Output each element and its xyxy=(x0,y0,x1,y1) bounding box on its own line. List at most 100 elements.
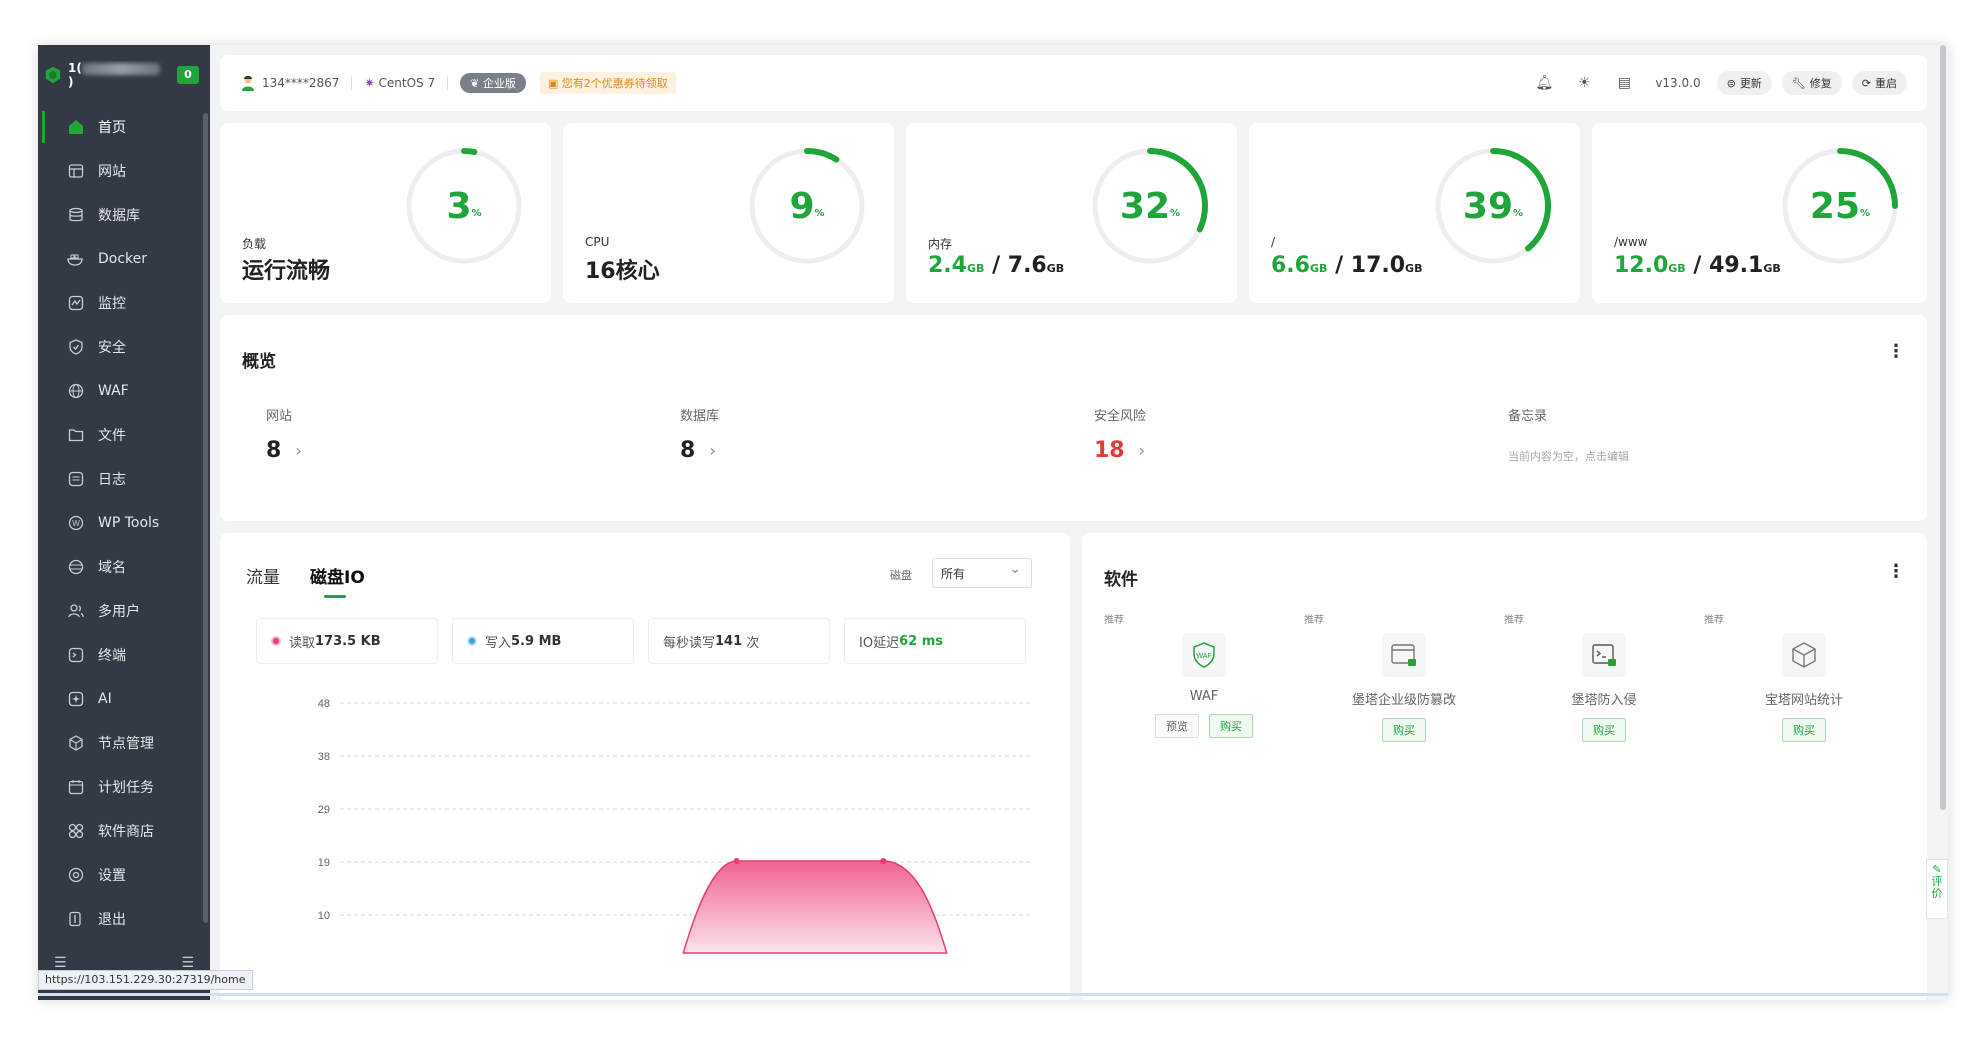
disk-root-label: / xyxy=(1271,235,1276,249)
sidebar-scrollbar[interactable] xyxy=(203,113,208,923)
disk-root-card[interactable]: 39% / 6.6GB / 17.0GB xyxy=(1249,123,1580,303)
software-intrusion-prevention[interactable]: 推荐 堡塔防入侵 购买 xyxy=(1504,615,1704,742)
sidebar-item-logout[interactable]: 退出 xyxy=(38,897,210,941)
sidebar-item-nodes[interactable]: 节点管理 xyxy=(38,721,210,765)
read-stat: 读取 173.5 KB xyxy=(256,618,438,664)
version-label[interactable]: v13.0.0 xyxy=(1655,76,1700,90)
folder-icon xyxy=(66,425,86,445)
svg-text:WAF: WAF xyxy=(1196,653,1211,660)
sidebar-item-users[interactable]: 多用户 xyxy=(38,589,210,633)
user-avatar-icon xyxy=(242,76,254,91)
log-icon xyxy=(66,469,86,489)
load-card[interactable]: 3% 负载 运行流畅 xyxy=(220,123,551,303)
top-bar: 134****2867 ✷ CentOS 7 ❦ 企业版 ▣ 您有2个优惠券待领… xyxy=(220,55,1927,111)
monitor-icon xyxy=(66,293,86,313)
edition-badge[interactable]: ❦ 企业版 xyxy=(460,73,526,93)
restart-button[interactable]: ⟳ 重启 xyxy=(1851,71,1907,95)
sidebar-item-cron[interactable]: 计划任务 xyxy=(38,765,210,809)
write-stat: 写入 5.9 MB xyxy=(452,618,634,664)
buy-button[interactable]: 购买 xyxy=(1582,718,1626,742)
sidebar-item-ai[interactable]: AI xyxy=(38,677,210,721)
chevron-right-icon: › xyxy=(1138,441,1146,460)
disk-root-usage: 6.6GB / 17.0GB xyxy=(1271,253,1423,278)
software-waf[interactable]: 推荐 WAF WAF 预览 购买 xyxy=(1104,615,1304,738)
page-scrollbar[interactable] xyxy=(1940,45,1946,810)
overview-card: 概览 ⋮ 网站 8 › 数据库 8 › 安全风险 18 › 备忘录 当前内容为空，点击… xyxy=(220,315,1927,521)
divider xyxy=(447,76,449,90)
buy-button[interactable]: 购买 xyxy=(1382,718,1426,742)
bottom-border xyxy=(38,993,1948,996)
more-options-icon[interactable]: ⋮ xyxy=(1887,561,1905,582)
notes-icon[interactable]: ▤ xyxy=(1609,75,1639,91)
database-icon xyxy=(66,205,86,225)
notification-badge[interactable]: 0 xyxy=(177,66,199,84)
update-button[interactable]: ⊜ 更新 xyxy=(1716,71,1772,95)
feedback-button[interactable]: ✎ 评价 xyxy=(1926,859,1948,919)
disk-www-card[interactable]: 25% /www 12.0GB / 49.1GB xyxy=(1592,123,1927,303)
read-dot-icon xyxy=(271,636,281,646)
preview-button[interactable]: 预览 xyxy=(1155,714,1199,738)
disk-select-label: 磁盘 xyxy=(890,569,912,582)
store-icon xyxy=(66,821,86,841)
sidebar-item-home[interactable]: 首页 xyxy=(38,105,210,149)
top-bar-actions: 🔔︎ ☀ ▤ v13.0.0 ⊜ 更新 🔧︎ 修复 ⟳ 重启 xyxy=(1529,71,1907,95)
disk-select[interactable]: 所有 xyxy=(932,558,1032,588)
tab-disk-io[interactable]: 磁盘IO xyxy=(310,563,365,598)
load-percent: 3% xyxy=(446,185,482,227)
cpu-label: CPU xyxy=(585,235,610,249)
tab-traffic[interactable]: 流量 xyxy=(246,563,280,588)
overview-security-risk[interactable]: 安全风险 18 › xyxy=(1094,405,1146,463)
memory-usage: 2.4GB / 7.6GB xyxy=(928,253,1065,278)
overview-databases[interactable]: 数据库 8 › xyxy=(680,405,719,463)
sidebar-item-files[interactable]: 文件 xyxy=(38,413,210,457)
centos-icon: ✷ xyxy=(364,76,375,90)
bt-logo-icon xyxy=(45,66,61,84)
ai-icon xyxy=(66,689,86,709)
software-tamper-proof[interactable]: 推荐 堡塔企业级防篡改 购买 xyxy=(1304,615,1504,742)
docker-icon xyxy=(66,249,86,269)
cpu-card[interactable]: 9% CPU 16核心 xyxy=(563,123,894,303)
sidebar-item-settings[interactable]: 设置 xyxy=(38,853,210,897)
bell-icon[interactable]: 🔔︎ xyxy=(1529,75,1559,91)
overview-memo[interactable]: 备忘录 当前内容为空，点击编辑 xyxy=(1508,405,1629,464)
rw-per-second-stat: 每秒读写 141 次 xyxy=(648,618,830,664)
sidebar-item-store[interactable]: 软件商店 xyxy=(38,809,210,853)
read-series-area xyxy=(682,860,948,954)
overview-title: 概览 xyxy=(242,352,276,372)
overview-sites[interactable]: 网站 8 › xyxy=(266,405,302,463)
software-site-stats[interactable]: 推荐 宝塔网站统计 购买 xyxy=(1704,615,1904,742)
disk-root-percent: 39% xyxy=(1462,185,1524,227)
memory-card[interactable]: 32% 内存 2.4GB / 7.6GB xyxy=(906,123,1237,303)
cpu-percent: 9% xyxy=(789,185,825,227)
traffic-tabs: 流量 磁盘IO xyxy=(246,563,365,598)
cpu-cores: 16核心 xyxy=(585,259,660,284)
server-name[interactable]: 1() xyxy=(68,61,163,89)
software-card: 软件 ⋮ 推荐 WAF WAF 预览 购买 推荐 堡塔企业级防篡改 购买 推荐 堡… xyxy=(1082,533,1927,1000)
sidebar-item-database[interactable]: 数据库 xyxy=(38,193,210,237)
coupon-link[interactable]: ▣ 您有2个优惠券待领取 xyxy=(539,72,676,94)
calendar-icon xyxy=(66,777,86,797)
sidebar-item-wp-tools[interactable]: W WP Tools xyxy=(38,501,210,545)
user-account[interactable]: 134****2867 xyxy=(262,76,339,90)
buy-button[interactable]: 购买 xyxy=(1209,714,1253,738)
sidebar-item-docker[interactable]: Docker xyxy=(38,237,210,281)
sidebar-item-domain[interactable]: 域名 xyxy=(38,545,210,589)
sidebar-item-security[interactable]: 安全 xyxy=(38,325,210,369)
sidebar-item-terminal[interactable]: 终端 xyxy=(38,633,210,677)
recommend-tag: 推荐 xyxy=(1304,615,1324,626)
more-options-icon[interactable]: ⋮ xyxy=(1887,341,1905,362)
disk-www-label: /www xyxy=(1614,235,1648,249)
write-dot-icon xyxy=(467,636,477,646)
sidebar-item-logs[interactable]: 日志 xyxy=(38,457,210,501)
domain-icon xyxy=(66,557,86,577)
sidebar-item-monitor[interactable]: 监控 xyxy=(38,281,210,325)
buy-button[interactable]: 购买 xyxy=(1782,718,1826,742)
memory-percent: 32% xyxy=(1119,185,1181,227)
recommend-tag: 推荐 xyxy=(1504,615,1524,626)
sidebar-item-website[interactable]: 网站 xyxy=(38,149,210,193)
sidebar-item-waf[interactable]: WAF xyxy=(38,369,210,413)
recommend-tag: 推荐 xyxy=(1704,615,1724,626)
users-icon xyxy=(66,601,86,621)
repair-button[interactable]: 🔧︎ 修复 xyxy=(1781,71,1842,95)
theme-sun-icon[interactable]: ☀ xyxy=(1569,75,1599,91)
